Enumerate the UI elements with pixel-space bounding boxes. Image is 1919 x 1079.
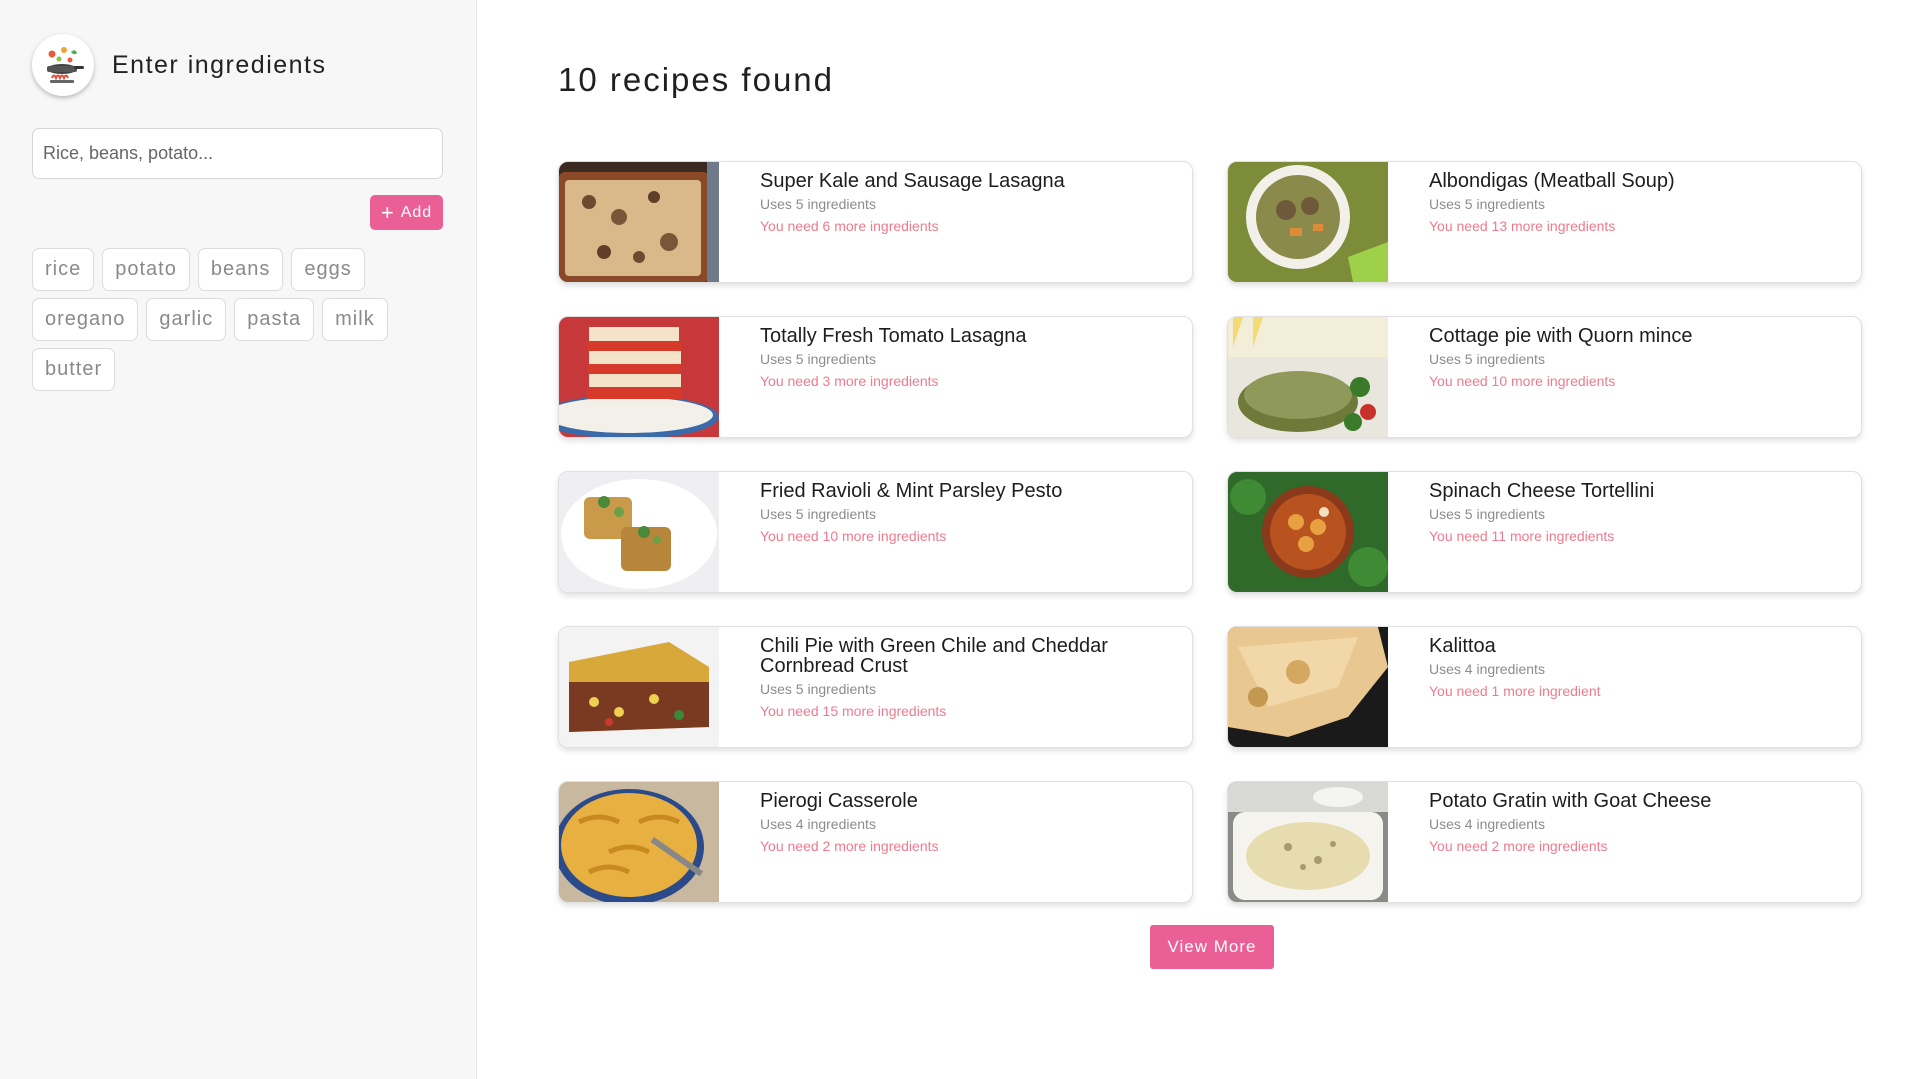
ingredient-chip[interactable]: oregano (32, 298, 139, 341)
recipe-missing-count: You need 15 more ingredients (760, 703, 947, 719)
recipe-missing-count: You need 2 more ingredients (760, 838, 939, 854)
recipe-image (559, 627, 719, 747)
recipe-image (1228, 627, 1388, 747)
recipe-uses-count: Uses 5 ingredients (1429, 351, 1545, 367)
recipe-title: Spinach Cheese Tortellini (1429, 480, 1655, 502)
recipe-title: Albondigas (Meatball Soup) (1429, 170, 1675, 192)
recipe-uses-count: Uses 5 ingredients (760, 681, 876, 697)
app-root: Enter ingredients + Add rice potato bean… (0, 0, 1919, 1079)
recipe-info: Pierogi Casserole Uses 4 ingredients You… (719, 782, 1160, 902)
recipe-title: Super Kale and Sausage Lasagna (760, 170, 1065, 192)
recipe-card[interactable]: Chili Pie with Green Chile and Cheddar C… (558, 626, 1193, 748)
recipe-card[interactable]: Super Kale and Sausage Lasagna Uses 5 in… (558, 161, 1193, 283)
recipe-info: Spinach Cheese Tortellini Uses 5 ingredi… (1388, 472, 1829, 592)
add-button-label: Add (400, 203, 433, 221)
recipe-info: Fried Ravioli & Mint Parsley Pesto Uses … (719, 472, 1160, 592)
ingredient-chip[interactable]: garlic (146, 298, 227, 341)
ingredient-chip[interactable]: eggs (291, 248, 365, 291)
recipe-card[interactable]: Spinach Cheese Tortellini Uses 5 ingredi… (1227, 471, 1862, 593)
recipe-image (559, 317, 719, 437)
recipe-uses-count: Uses 4 ingredients (1429, 816, 1545, 832)
recipe-image (559, 782, 719, 902)
recipe-title: Cottage pie with Quorn mince (1429, 325, 1693, 347)
recipe-uses-count: Uses 5 ingredients (1429, 506, 1545, 522)
recipe-info: Totally Fresh Tomato Lasagna Uses 5 ingr… (719, 317, 1160, 437)
ingredient-search-input[interactable] (32, 128, 443, 179)
results-title: 10 recipes found (558, 61, 835, 98)
recipe-info: Cottage pie with Quorn mince Uses 5 ingr… (1388, 317, 1829, 437)
ingredient-chip-list: rice potato beans eggs oregano garlic pa… (32, 248, 452, 391)
recipe-title: Potato Gratin with Goat Cheese (1429, 790, 1712, 812)
recipe-missing-count: You need 1 more ingredient (1429, 683, 1601, 699)
recipe-card[interactable]: Kalittoa Uses 4 ingredients You need 1 m… (1227, 626, 1862, 748)
recipe-uses-count: Uses 4 ingredients (760, 816, 876, 832)
recipe-uses-count: Uses 5 ingredients (760, 351, 876, 367)
recipe-missing-count: You need 3 more ingredients (760, 373, 939, 389)
recipe-image (559, 472, 719, 592)
recipe-card[interactable]: Totally Fresh Tomato Lasagna Uses 5 ingr… (558, 316, 1193, 438)
recipe-card[interactable]: Pierogi Casserole Uses 4 ingredients You… (558, 781, 1193, 903)
sidebar: Enter ingredients + Add rice potato bean… (0, 0, 477, 1079)
recipe-grid: Super Kale and Sausage Lasagna Uses 5 in… (558, 161, 1864, 903)
ingredient-chip[interactable]: beans (197, 248, 284, 291)
recipe-card[interactable]: Cottage pie with Quorn mince Uses 5 ingr… (1227, 316, 1862, 438)
recipe-uses-count: Uses 5 ingredients (760, 196, 876, 212)
ingredient-chip[interactable]: butter (32, 348, 116, 391)
recipe-uses-count: Uses 5 ingredients (760, 506, 876, 522)
ingredient-chip[interactable]: potato (102, 248, 190, 291)
recipe-missing-count: You need 13 more ingredients (1429, 218, 1616, 234)
recipe-title: Kalittoa (1429, 635, 1496, 657)
recipe-image (1228, 782, 1388, 902)
recipe-info: Chili Pie with Green Chile and Cheddar C… (719, 627, 1160, 747)
add-ingredient-button[interactable]: + Add (370, 195, 443, 230)
ingredient-chip[interactable]: pasta (234, 298, 315, 341)
ingredient-chip[interactable]: milk (322, 298, 388, 341)
chef-cooking-icon (32, 34, 94, 96)
recipe-title: Pierogi Casserole (760, 790, 918, 812)
plus-icon: + (380, 199, 395, 225)
recipe-image (1228, 317, 1388, 437)
recipe-image (1228, 472, 1388, 592)
recipe-uses-count: Uses 4 ingredients (1429, 661, 1545, 677)
recipe-title: Fried Ravioli & Mint Parsley Pesto (760, 480, 1063, 502)
recipe-image (559, 162, 719, 282)
recipe-missing-count: You need 10 more ingredients (1429, 373, 1616, 389)
recipe-info: Potato Gratin with Goat Cheese Uses 4 in… (1388, 782, 1829, 902)
recipe-card[interactable]: Albondigas (Meatball Soup) Uses 5 ingred… (1227, 161, 1862, 283)
recipe-image (1228, 162, 1388, 282)
recipe-card[interactable]: Potato Gratin with Goat Cheese Uses 4 in… (1227, 781, 1862, 903)
recipe-missing-count: You need 2 more ingredients (1429, 838, 1608, 854)
ingredient-chip[interactable]: rice (32, 248, 95, 291)
recipe-info: Super Kale and Sausage Lasagna Uses 5 in… (719, 162, 1160, 282)
recipe-title: Totally Fresh Tomato Lasagna (760, 325, 1027, 347)
recipe-info: Kalittoa Uses 4 ingredients You need 1 m… (1388, 627, 1829, 747)
recipe-missing-count: You need 11 more ingredients (1429, 528, 1615, 544)
view-more-button[interactable]: View More (1150, 925, 1274, 969)
recipe-missing-count: You need 10 more ingredients (760, 528, 947, 544)
recipe-card[interactable]: Fried Ravioli & Mint Parsley Pesto Uses … (558, 471, 1193, 593)
recipe-title: Chili Pie with Green Chile and Cheddar C… (760, 635, 1108, 677)
sidebar-title: Enter ingredients (112, 51, 327, 79)
recipe-uses-count: Uses 5 ingredients (1429, 196, 1545, 212)
recipe-missing-count: You need 6 more ingredients (760, 218, 939, 234)
recipe-info: Albondigas (Meatball Soup) Uses 5 ingred… (1388, 162, 1829, 282)
